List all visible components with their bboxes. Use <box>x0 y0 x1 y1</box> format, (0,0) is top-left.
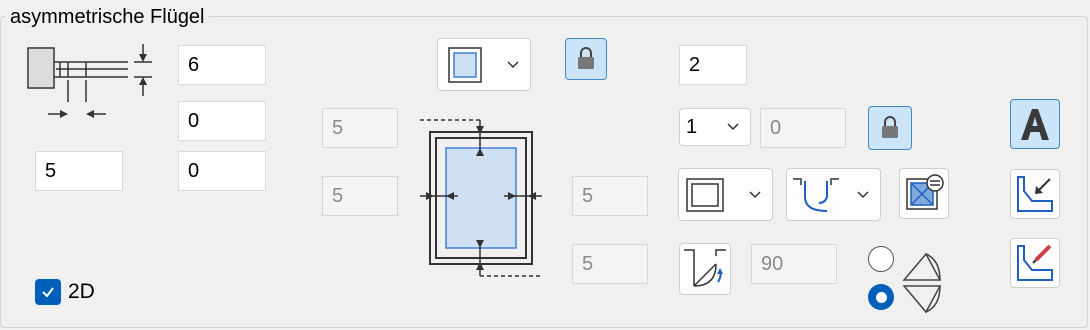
inset-right-field[interactable]: 5 <box>572 176 648 216</box>
glass-settings-icon <box>906 173 944 210</box>
profile-depth-field[interactable]: 5 <box>35 151 123 191</box>
checkbox-2d[interactable] <box>35 279 61 305</box>
opening-profile-combo[interactable] <box>786 168 881 221</box>
chevron-down-icon <box>507 60 519 68</box>
curve-profile-icon <box>793 178 839 212</box>
swing-direction-button[interactable] <box>679 243 731 295</box>
pick-profile-icon <box>1017 176 1053 212</box>
edit-profile-button[interactable] <box>1010 238 1060 288</box>
edit-profile-icon <box>1017 244 1053 281</box>
sash-number-value: 1 <box>686 116 698 138</box>
frame-style-combo[interactable] <box>437 38 531 91</box>
group-title: asymmetrische Flügel <box>6 4 209 30</box>
chevron-down-icon <box>857 190 869 198</box>
lock-button-top[interactable] <box>565 38 607 80</box>
double-frame-icon <box>686 178 724 212</box>
chevron-down-icon <box>749 190 761 198</box>
sash-frame-combo[interactable] <box>678 168 773 221</box>
inset-bottom-field[interactable]: 5 <box>572 244 648 284</box>
inset-left-field[interactable]: 5 <box>322 176 398 216</box>
count-field[interactable]: 2 <box>679 45 747 85</box>
chevron-down-icon <box>727 123 739 131</box>
glass-settings-button[interactable] <box>899 168 949 219</box>
opening-direction-icon <box>900 246 946 318</box>
checkmark-icon <box>42 287 54 298</box>
lock-icon <box>578 47 594 69</box>
radio-opening-down[interactable] <box>868 284 894 310</box>
frame-profile-diagram-icon <box>26 42 156 122</box>
pick-from-model-button[interactable] <box>1010 169 1060 219</box>
door-swing-icon <box>684 249 726 287</box>
opening-angle-field[interactable]: 90 <box>751 244 837 284</box>
radio-opening-up[interactable] <box>868 246 894 272</box>
text-label-button[interactable] <box>1010 99 1060 149</box>
sash-inset-diagram-icon <box>418 116 544 280</box>
profile-extra-field[interactable]: 0 <box>178 151 266 191</box>
lock-icon <box>882 116 898 138</box>
inset-top-field[interactable]: 5 <box>322 108 398 148</box>
profile-width-field[interactable]: 6 <box>178 45 266 85</box>
sash-offset-field[interactable]: 0 <box>760 108 846 148</box>
text-a-icon <box>1021 109 1049 140</box>
frame-square-icon <box>448 47 482 83</box>
checkbox-2d-label: 2D <box>68 280 95 303</box>
profile-offset-field[interactable]: 0 <box>178 101 266 141</box>
sash-number-combo[interactable]: 1 <box>679 108 751 146</box>
lock-button-right[interactable] <box>868 106 912 150</box>
